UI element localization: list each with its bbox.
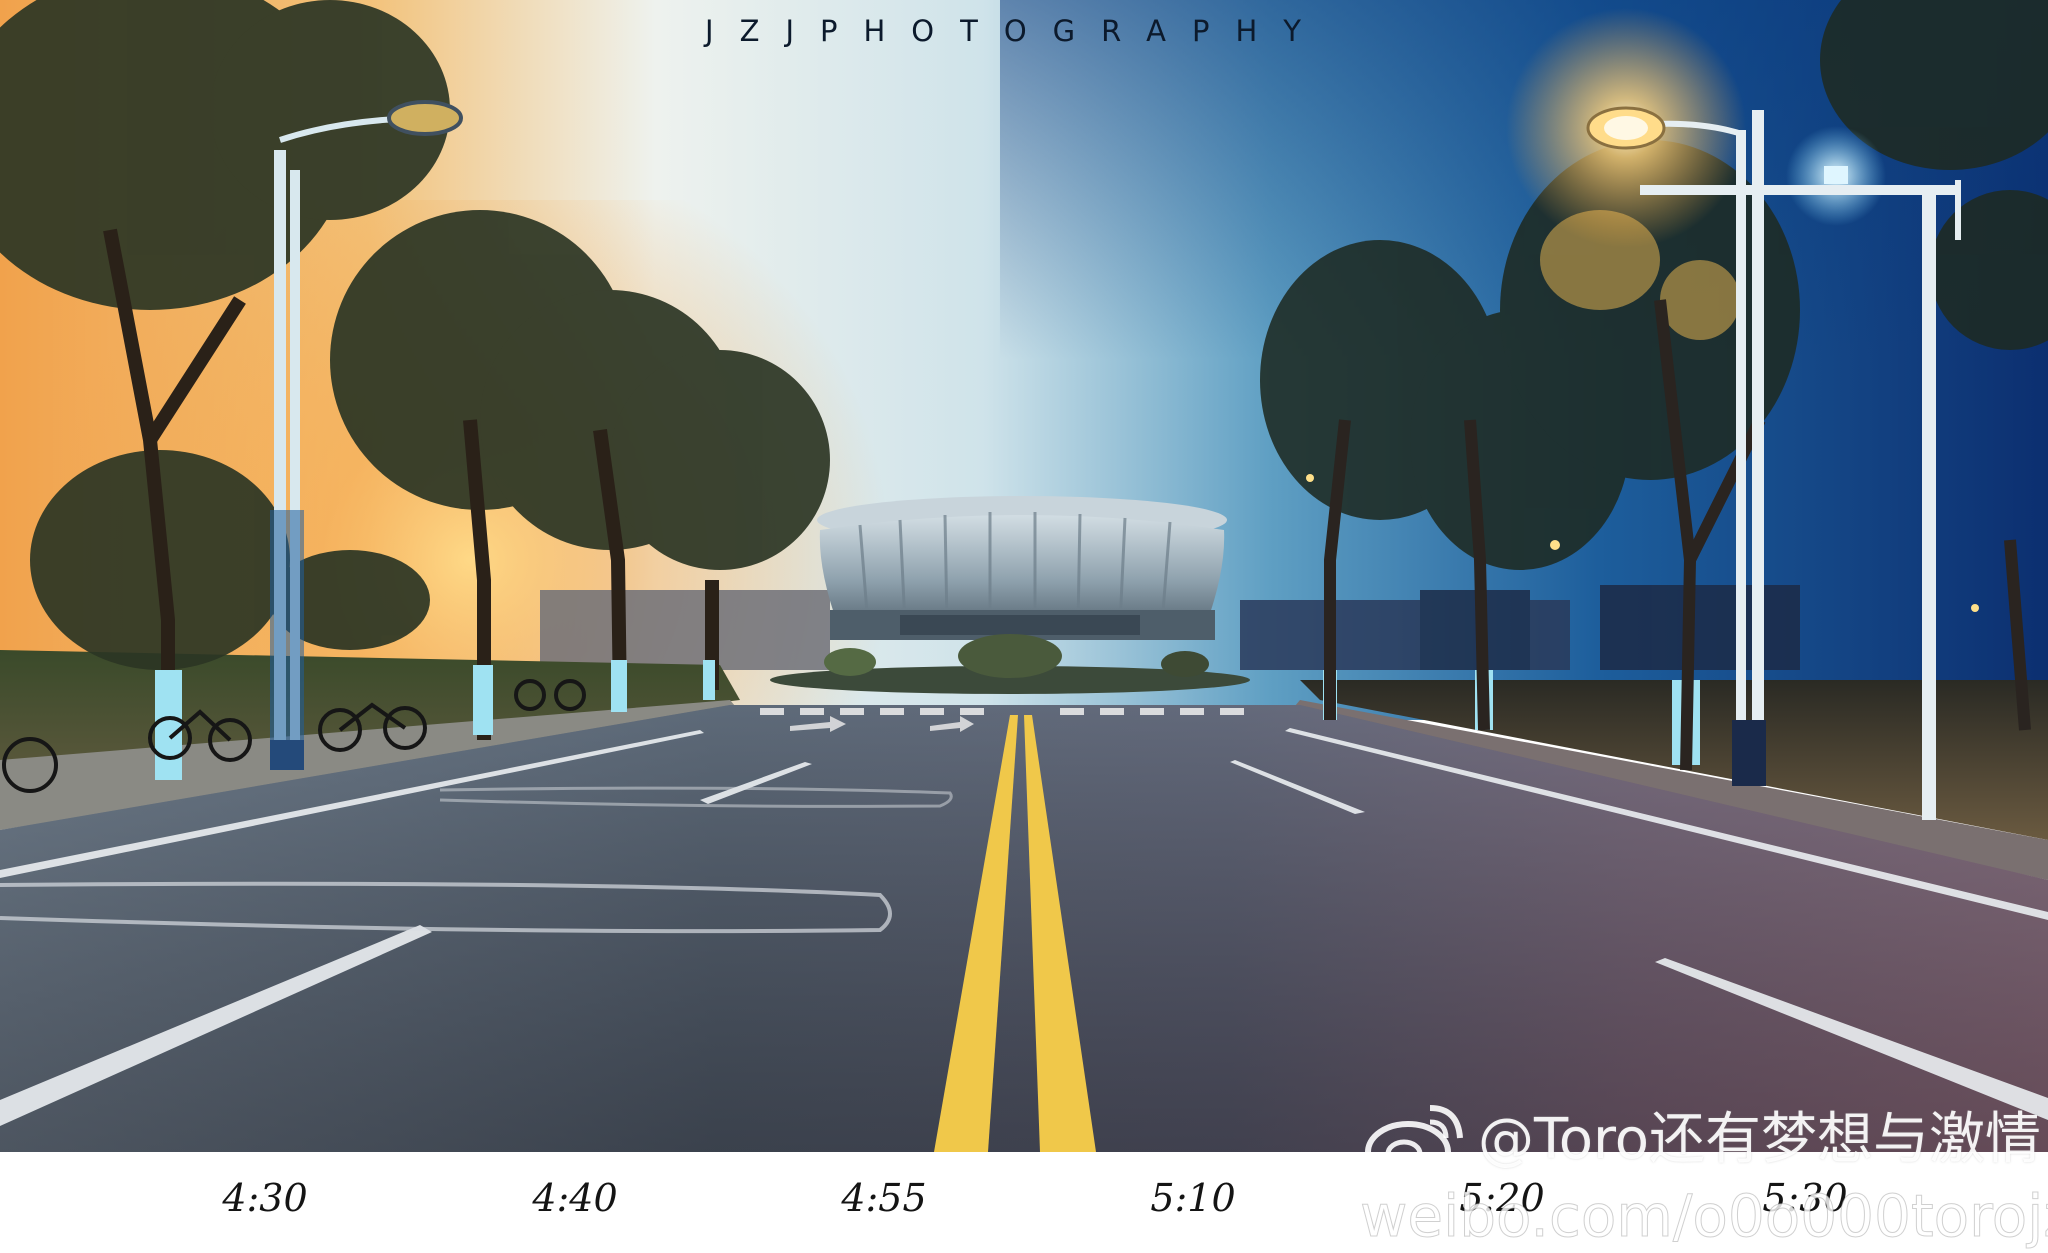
weibo-watermark: @Toro还有梦想与激情 weibo.com/o0o000torojzj [1360, 1090, 2048, 1251]
time-label-3: 4:55 [841, 1176, 927, 1220]
time-label-4: 5:10 [1150, 1176, 1236, 1220]
watermark-url: weibo.com/o0o000torojzj [1360, 1182, 2048, 1251]
time-label-2: 4:40 [532, 1176, 618, 1220]
brand-text: JZJPHOTOGRAPHY [705, 14, 1327, 48]
photographer-brand: JZJPHOTOGRAPHY [0, 14, 2046, 48]
watermark-handle: @Toro还有梦想与激情 [1478, 1107, 2042, 1172]
time-label-1: 4:30 [222, 1176, 308, 1220]
stadium [817, 496, 1227, 640]
photo-stage: JZJPHOTOGRAPHY 4:30 4:40 4:55 5:10 5:20 … [0, 0, 2048, 1253]
weibo-logo-icon [1365, 1105, 1463, 1183]
time-blend-photo [0, 0, 2048, 1152]
